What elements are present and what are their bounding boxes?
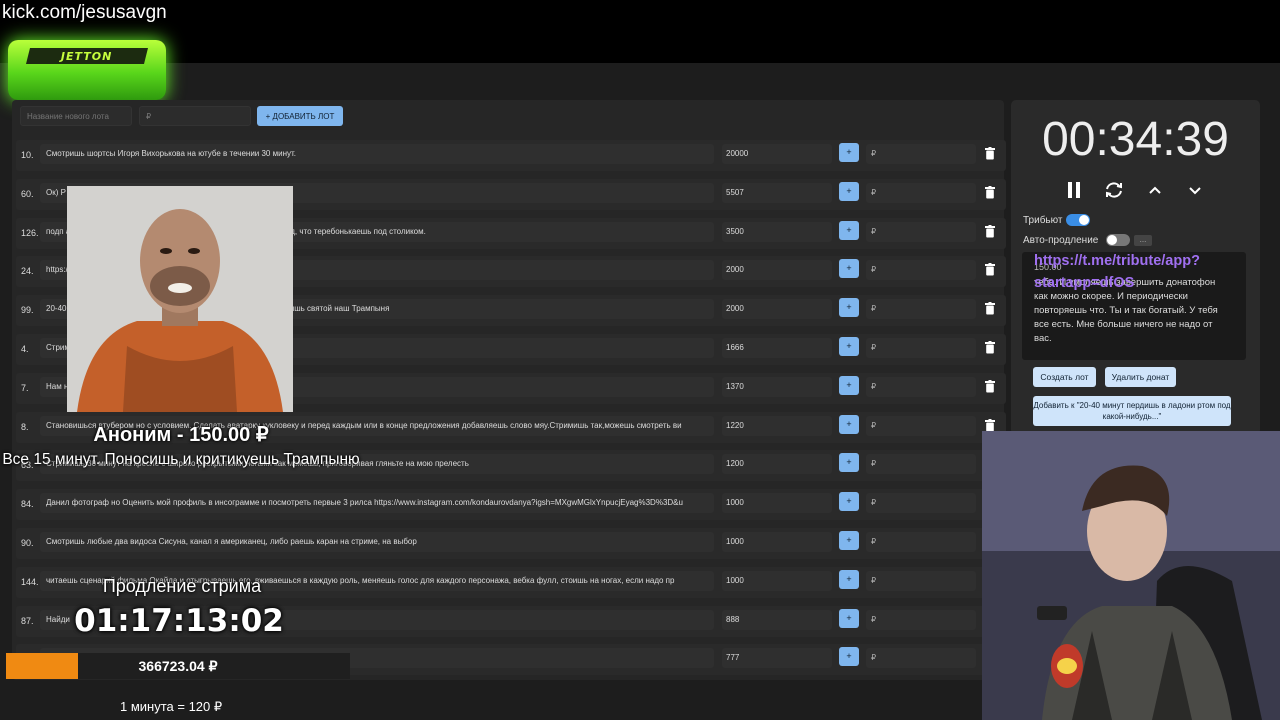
lot-plus-button[interactable]: +	[839, 453, 859, 473]
lot-number: 24.	[21, 266, 34, 277]
streamer-person-image	[982, 431, 1280, 720]
lot-price[interactable]: 2000	[722, 260, 832, 281]
add-lot-button[interactable]: + ДОБАВИТЬ ЛОТ	[257, 106, 343, 126]
trash-icon[interactable]	[985, 263, 995, 276]
lot-number: 84.	[21, 499, 34, 510]
lot-price[interactable]: 777	[722, 648, 832, 669]
streamer-webcam	[982, 431, 1280, 720]
add-lot-row: + ДОБАВИТЬ ЛОТ	[20, 106, 1000, 126]
lot-price[interactable]: 1666	[722, 338, 832, 358]
lot-price[interactable]: 1000	[722, 493, 832, 514]
lot-amount-input[interactable]: ₽	[866, 182, 976, 203]
lot-amount-input[interactable]: ₽	[866, 493, 976, 514]
lot-price[interactable]: 3500	[722, 221, 832, 242]
lot-price[interactable]: 1370	[722, 376, 832, 397]
lot-title[interactable]: Смотришь шортсы Игоря Вихорькова на ютуб…	[40, 144, 714, 164]
lot-amount-input[interactable]: ₽	[866, 415, 976, 436]
lot-row: 10. Смотришь шортсы Игоря Вихорькова на ю…	[16, 140, 1006, 171]
lot-row: 84. Данил фотограф но Оценить мой профиль…	[16, 489, 1006, 521]
donation-progress-bar: 366723.04 ₽	[6, 653, 350, 679]
lot-plus-button[interactable]: +	[839, 259, 859, 279]
lot-number: 4.	[21, 344, 29, 354]
auction-timer: 00:34:39	[1042, 113, 1229, 166]
lot-price[interactable]: 1200	[722, 454, 832, 475]
lot-plus-button[interactable]: +	[839, 647, 859, 667]
lot-row: 90. Смотришь любые два видоса Сисуна, кан…	[16, 528, 1006, 559]
lot-number: 90.	[21, 538, 34, 548]
lot-amount-input[interactable]: ₽	[866, 260, 976, 281]
lot-price[interactable]: 888	[722, 609, 832, 630]
auto-extend-toggle[interactable]	[1106, 234, 1130, 246]
lot-number: 126.	[21, 227, 39, 238]
lot-plus-button[interactable]: +	[839, 298, 859, 318]
create-lot-button[interactable]: Создать лот	[1033, 367, 1096, 387]
lot-amount-input[interactable]: ₽	[866, 454, 976, 475]
logo-text: JETTON	[61, 49, 113, 63]
lot-amount-input[interactable]: ₽	[866, 221, 976, 242]
lot-number: 99.	[21, 305, 34, 316]
auto-extend-label: Авто-продление	[1023, 235, 1099, 246]
lot-title[interactable]: Данил фотограф но Оценить мой профиль в …	[40, 493, 714, 514]
new-lot-amount-input[interactable]	[139, 106, 251, 126]
channel-url: kick.com/jesusavgn	[2, 2, 167, 23]
lot-number: 87.	[21, 615, 34, 626]
lot-title[interactable]: Смотришь любые два видоса Сисуна, канал …	[40, 532, 714, 552]
add-to-lot-button[interactable]: Добавить к "20-40 минут пердишь в ладони…	[1033, 396, 1231, 426]
lot-amount-input[interactable]: ₽	[866, 376, 976, 397]
chevron-down-icon[interactable]	[1184, 179, 1206, 201]
lot-amount-input[interactable]: ₽	[866, 532, 976, 552]
lot-number: 7.	[21, 382, 29, 393]
reset-icon[interactable]	[1103, 179, 1125, 201]
donor-message: Все 15 минут. Поносишь и критикуешь Трам…	[2, 451, 360, 468]
lot-price[interactable]: 2000	[722, 299, 832, 320]
tribute-link[interactable]: https://t.me/tribute/app?startapp=dfOS	[1034, 250, 1234, 294]
lot-plus-button[interactable]: +	[839, 143, 859, 162]
trash-icon[interactable]	[985, 224, 995, 238]
rate-label: 1 минута = 120 ₽	[120, 699, 223, 714]
lot-plus-button[interactable]: +	[839, 608, 859, 628]
lot-amount-input[interactable]: ₽	[866, 609, 976, 630]
lot-plus-button[interactable]: +	[839, 375, 859, 395]
lot-plus-button[interactable]: +	[839, 531, 859, 550]
donor-title: Аноним - 150.00 ₽	[93, 424, 269, 446]
more-options-button[interactable]: ...	[1134, 235, 1152, 246]
trash-icon[interactable]	[985, 341, 995, 354]
lot-plus-button[interactable]: +	[839, 337, 859, 356]
trash-icon[interactable]	[985, 302, 995, 315]
tribute-toggle[interactable]	[1066, 214, 1090, 226]
lot-amount-input[interactable]: ₽	[866, 299, 976, 320]
lot-amount-input[interactable]: ₽	[866, 570, 976, 591]
trash-icon[interactable]	[985, 147, 995, 160]
lot-amount-input[interactable]: ₽	[866, 338, 976, 358]
lot-number: 144.	[21, 576, 39, 587]
tribute-label: Трибьют	[1023, 215, 1063, 226]
lot-price[interactable]: 5507	[722, 182, 832, 203]
total-amount: 366723.04 ₽	[138, 658, 218, 674]
lot-plus-button[interactable]: +	[839, 569, 859, 589]
trash-icon[interactable]	[985, 418, 995, 432]
new-lot-name-input[interactable]	[20, 106, 132, 126]
lot-plus-button[interactable]: +	[839, 414, 859, 434]
trash-icon[interactable]	[985, 379, 995, 393]
lot-price[interactable]: 20000	[722, 144, 832, 164]
lot-price[interactable]: 1220	[722, 415, 832, 436]
lot-number: 60.	[21, 188, 34, 199]
lot-plus-button[interactable]: +	[839, 492, 859, 512]
chevron-up-icon[interactable]	[1144, 179, 1166, 201]
lot-number: 10.	[21, 150, 34, 160]
guest-person-image	[67, 186, 293, 412]
lot-amount-input[interactable]: ₽	[866, 648, 976, 669]
delete-donation-button[interactable]: Удалить донат	[1105, 367, 1176, 387]
lot-price[interactable]: 1000	[722, 570, 832, 591]
lot-amount-input[interactable]: ₽	[866, 144, 976, 164]
extension-timer: 01:17:13:02	[74, 603, 284, 639]
lot-plus-button[interactable]: +	[839, 220, 859, 240]
trash-icon[interactable]	[985, 185, 995, 199]
extension-label: Продление стрима	[102, 576, 262, 596]
pause-icon[interactable]	[1063, 179, 1085, 201]
guest-webcam	[67, 186, 293, 412]
lot-plus-button[interactable]: +	[839, 181, 859, 201]
jetton-logo: JETTON	[8, 40, 166, 100]
lot-price[interactable]: 1000	[722, 532, 832, 552]
